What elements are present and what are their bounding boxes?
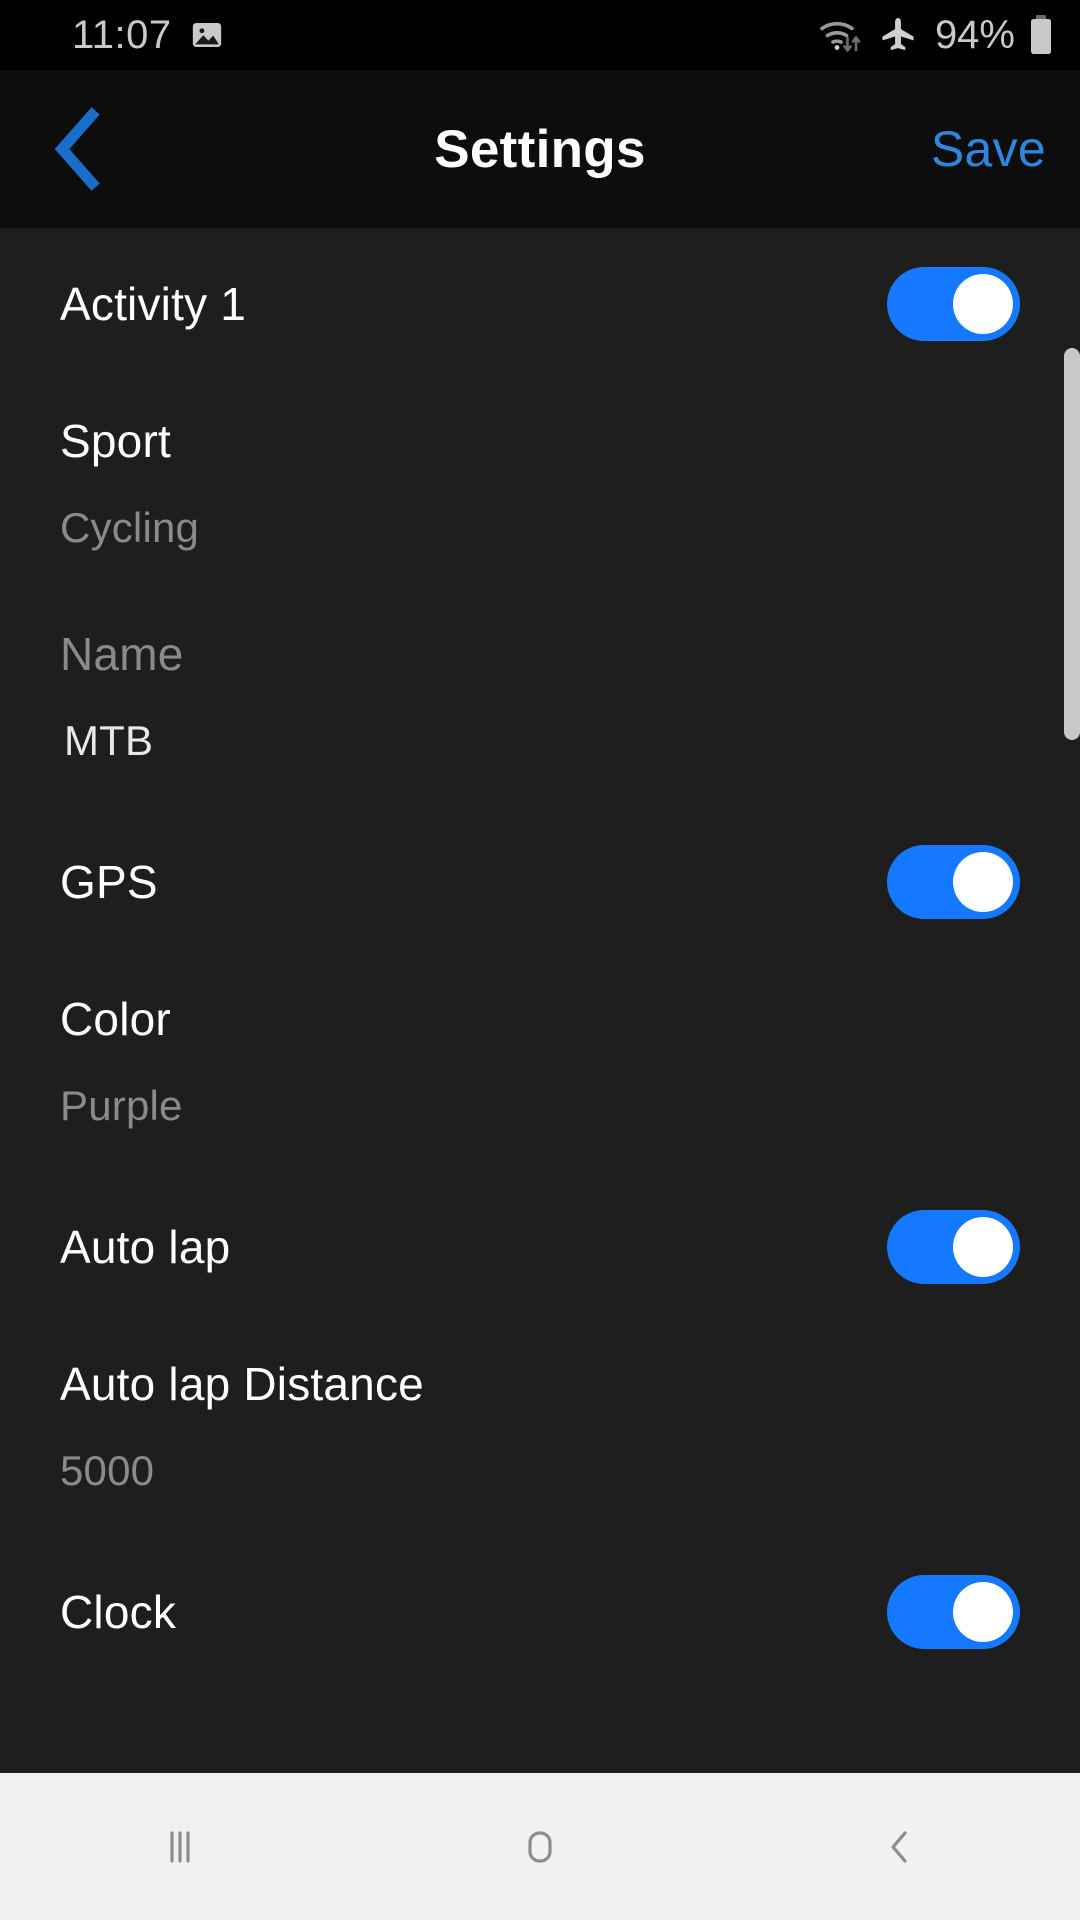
toggle-activity-1[interactable] — [887, 267, 1020, 341]
settings-list: Activity 1 Sport Cycling Name MTB GPS Co… — [0, 228, 1080, 1773]
setting-value[interactable]: 5000 — [60, 1447, 154, 1495]
toggle-knob — [953, 1217, 1013, 1277]
toggle-knob — [953, 1582, 1013, 1642]
toggle-knob — [953, 852, 1013, 912]
back-button[interactable] — [22, 94, 132, 204]
setting-row-sport[interactable]: Sport Cycling — [0, 380, 1080, 593]
toggle-clock[interactable] — [887, 1575, 1020, 1649]
setting-label: Activity 1 — [60, 278, 247, 330]
toggle-knob — [953, 274, 1013, 334]
setting-label: Auto lap Distance — [60, 1358, 424, 1410]
setting-label: Sport — [60, 415, 171, 467]
status-clock: 11:07 — [72, 13, 172, 57]
setting-value: Cycling — [60, 504, 200, 551]
setting-label: Auto lap — [60, 1221, 231, 1273]
status-bar-right: 94% — [819, 14, 1054, 56]
setting-row-auto-lap[interactable]: Auto lap — [0, 1171, 1080, 1323]
home-icon — [512, 1819, 568, 1875]
setting-value: Purple — [60, 1082, 183, 1129]
status-bar-left: 11:07 — [72, 15, 224, 55]
recents-button[interactable] — [80, 1773, 280, 1920]
airplane-mode-icon — [878, 15, 918, 55]
nav-back-button[interactable] — [800, 1773, 1000, 1920]
image-icon — [190, 18, 224, 52]
home-button[interactable] — [440, 1773, 640, 1920]
setting-label: Name — [60, 628, 184, 680]
save-button[interactable]: Save — [931, 120, 1046, 178]
setting-value[interactable]: MTB — [64, 717, 153, 765]
battery-icon — [1028, 14, 1054, 56]
battery-percent: 94% — [934, 13, 1015, 57]
status-bar: 11:07 94% — [0, 0, 1080, 70]
scrollbar[interactable] — [1064, 228, 1080, 1773]
setting-row-gps[interactable]: GPS — [0, 806, 1080, 958]
setting-row-color[interactable]: Color Purple — [0, 958, 1080, 1171]
setting-row-name[interactable]: Name MTB — [0, 593, 1080, 806]
setting-row-clock[interactable]: Clock — [0, 1536, 1080, 1688]
setting-label: Clock — [60, 1586, 177, 1638]
toggle-gps[interactable] — [887, 845, 1020, 919]
scrollbar-thumb[interactable] — [1064, 348, 1080, 740]
recents-icon — [152, 1819, 208, 1875]
app-header: Settings Save — [0, 70, 1080, 228]
setting-label: GPS — [60, 856, 158, 908]
page-title: Settings — [434, 119, 646, 179]
wifi-data-icon — [819, 15, 865, 55]
nav-back-icon — [872, 1819, 928, 1875]
toggle-auto-lap[interactable] — [887, 1210, 1020, 1284]
setting-row-auto-lap-distance[interactable]: Auto lap Distance 5000 — [0, 1323, 1080, 1536]
chevron-left-icon — [46, 107, 108, 191]
phone-screen: 11:07 94% Settings Save Activity 1 Sport… — [0, 0, 1080, 1920]
navigation-bar — [0, 1773, 1080, 1920]
setting-label: Color — [60, 993, 171, 1045]
setting-row-activity-1[interactable]: Activity 1 — [0, 228, 1080, 380]
